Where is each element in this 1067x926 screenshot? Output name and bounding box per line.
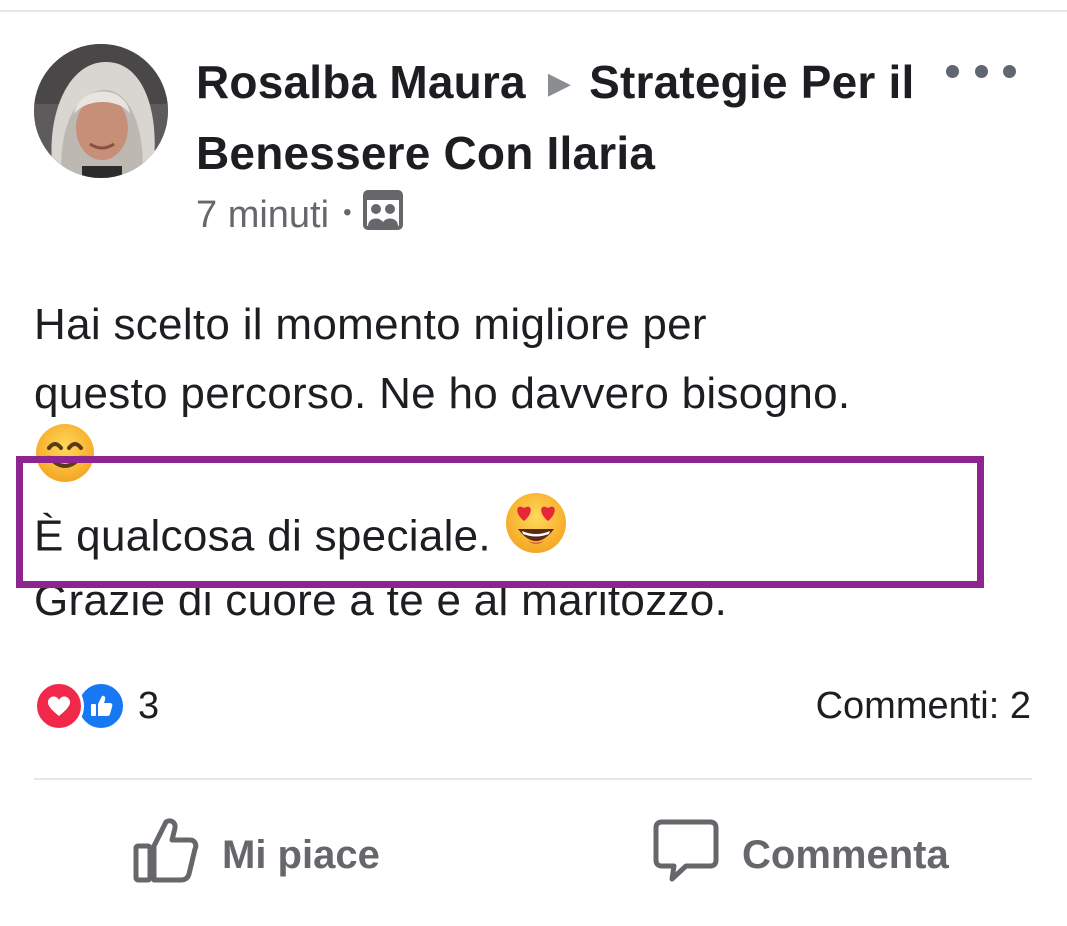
post-text-line: questo percorso. Ne ho davvero bisogno. [34,369,851,418]
meta-separator: • [343,199,352,226]
more-options-dot [974,64,988,78]
post-meta: 7 minuti • [196,190,404,240]
post-header-title: Rosalba Maura ▶ Strategie Per il Benessere… [196,50,916,185]
more-options-dot [1003,64,1016,78]
highlighted-line: È qualcosa di speciale. [34,493,1044,566]
post-card: Rosalba Maura ▶ Strategie Per il Benessere… [0,0,1067,926]
group-members-icon [363,190,404,240]
triangle-right-icon: ▶ [547,67,572,100]
reactions-summary[interactable]: 3 [34,680,159,732]
actions-divider [34,778,1032,780]
love-reaction-icon [34,681,84,731]
more-options-icon [946,64,959,78]
comment-label: Commenta [742,832,949,877]
smiling-face-emoji [34,422,96,504]
reaction-count: 3 [138,684,160,727]
more-options-button[interactable] [946,56,1016,86]
post-text-line: Grazie di cuore a te e al maritozzo. [34,576,728,625]
like-button[interactable]: Mi piace [132,818,380,890]
post-text-emoji-line [34,424,1044,497]
post-timestamp[interactable]: 7 minuti [196,194,329,237]
author-avatar[interactable] [34,44,168,178]
post-text-line: È qualcosa di speciale. [34,511,491,561]
author-name[interactable]: Rosalba Maura [196,56,526,108]
like-label: Mi piace [222,832,380,877]
thumbs-up-icon [132,816,200,894]
heart-eyes-emoji [504,491,568,575]
post-text-line: Hai scelto il momento migliore per [34,300,707,349]
avatar-photo [34,44,168,178]
comment-button[interactable]: Commenta [652,819,949,890]
comments-count[interactable]: Commenti: 2 [816,680,1031,732]
comment-bubble-icon [652,816,720,894]
post-body: Hai scelto il momento migliore per quest… [34,290,1044,635]
